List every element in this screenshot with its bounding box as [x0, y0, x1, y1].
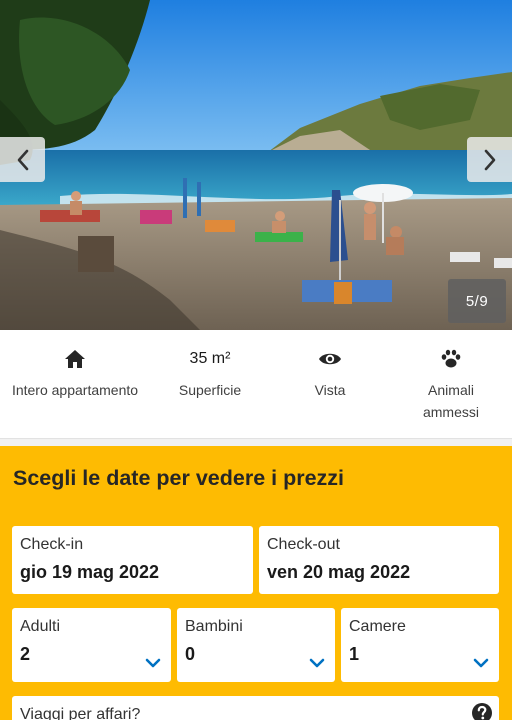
rooms-select[interactable]: Camere 1	[341, 608, 499, 682]
chevron-down-icon	[309, 658, 325, 668]
chevron-left-icon	[17, 149, 28, 170]
adults-select[interactable]: Adulti 2	[12, 608, 171, 682]
checkout-label: Check-out	[267, 536, 340, 553]
amenity-pets-allowed: Animali ammessi	[390, 330, 512, 440]
adults-value: 2	[20, 644, 31, 664]
next-photo-button[interactable]	[467, 137, 512, 182]
checkin-value: gio 19 mag 2022	[20, 562, 160, 582]
checkout-date-field[interactable]: Check-out ven 20 mag 2022	[259, 526, 499, 594]
amenity-surface: 35 m² Superficie	[150, 330, 270, 440]
rooms-label: Camere	[349, 618, 406, 635]
chevron-down-icon	[473, 658, 489, 668]
children-value: 0	[185, 644, 196, 664]
amenities-bar: Intero appartamento 35 m² Superficie Vis…	[0, 330, 512, 440]
question-circle-icon[interactable]	[471, 702, 493, 720]
photo-gallery[interactable]: 5/9	[0, 0, 512, 330]
business-travel-checkbox[interactable]: Viaggi per affari?	[12, 696, 499, 720]
chevron-right-icon	[484, 149, 495, 170]
beach-photo	[0, 0, 512, 330]
paw-icon	[440, 346, 462, 372]
panel-title: Scegli le date per vedere i prezzi	[13, 466, 345, 490]
surface-area-value: 35 m²	[189, 350, 231, 367]
children-select[interactable]: Bambini 0	[177, 608, 335, 682]
amenity-label: Intero appartamento	[11, 382, 139, 398]
home-icon	[64, 346, 86, 372]
amenity-label: Superficie	[178, 382, 242, 398]
eye-icon	[318, 346, 342, 372]
section-divider	[0, 438, 512, 446]
checkin-label: Check-in	[20, 536, 84, 553]
photo-counter: 5/9	[448, 279, 506, 323]
amenity-view: Vista	[270, 330, 390, 440]
chevron-down-icon	[145, 658, 161, 668]
checkout-value: ven 20 mag 2022	[267, 562, 411, 582]
amenity-entire-apartment: Intero appartamento	[0, 330, 150, 440]
date-search-panel: Scegli le date per vedere i prezzi Check…	[0, 446, 512, 720]
children-label: Bambini	[185, 618, 243, 635]
rooms-value: 1	[349, 644, 360, 664]
checkin-date-field[interactable]: Check-in gio 19 mag 2022	[12, 526, 253, 594]
adults-label: Adulti	[20, 618, 61, 635]
amenity-label: Vista	[314, 382, 346, 398]
amenity-label: Animali ammessi	[422, 382, 479, 420]
previous-photo-button[interactable]	[0, 137, 45, 182]
business-travel-label: Viaggi per affari?	[20, 706, 141, 720]
